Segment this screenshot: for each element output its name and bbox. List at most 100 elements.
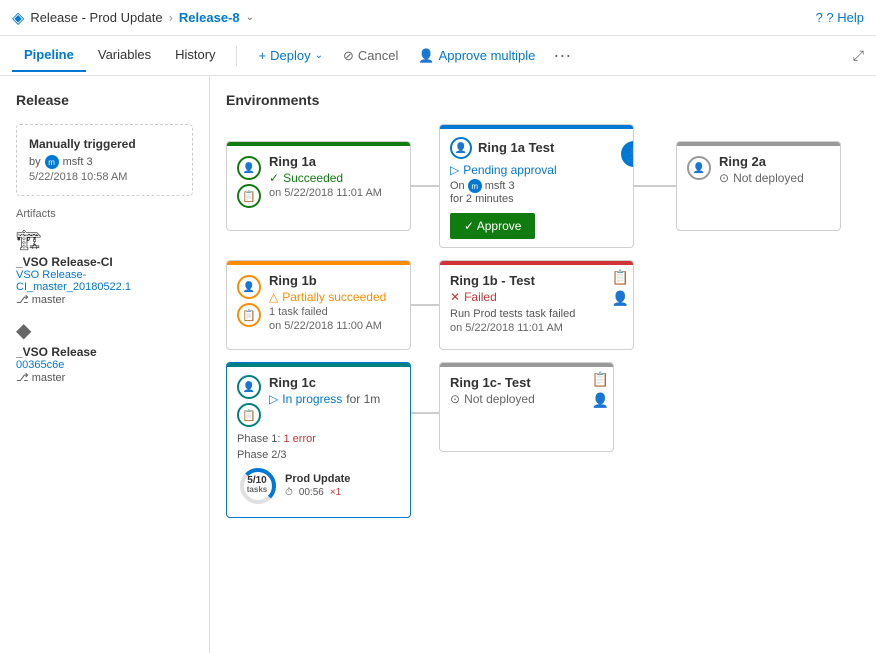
trigger-label: Manually triggered	[29, 137, 180, 151]
ring1a-name: Ring 1a	[269, 154, 400, 169]
ring1a-test-person-icon: 👤	[450, 137, 472, 159]
deploy-plus-icon: +	[259, 48, 267, 63]
ring2a-icons: 👤	[687, 154, 711, 187]
ring1a-card[interactable]: 👤 📋 Ring 1a ✓ Succeeded on 5/22/2018 11:…	[226, 141, 411, 231]
ring1b-test-card[interactable]: 📋 👤 Ring 1b - Test ✕ Failed Run Prod tes…	[439, 260, 634, 350]
warn-icon: △	[269, 290, 278, 304]
tab-history[interactable]: History	[163, 39, 227, 72]
ring1b-status: △ Partially succeeded	[269, 290, 400, 304]
ring1b-icons: 👤 📋	[237, 273, 261, 332]
ring1c-test-actions: 📋 👤	[592, 371, 609, 409]
ring1c-deploy-icon: 📋	[237, 403, 261, 427]
ring1c-meta: ⏱ 00:56 ×1	[285, 487, 350, 498]
ring1b-name: Ring 1b	[269, 273, 400, 288]
trigger-by: by m msft 3	[29, 155, 180, 169]
ring2a-card[interactable]: 👤 Ring 2a ⊙ Not deployed	[676, 141, 841, 231]
ring1c-prod-update: Prod Update	[285, 473, 350, 485]
env-layout: 👤 📋 Ring 1a ✓ Succeeded on 5/22/2018 11:…	[226, 124, 860, 518]
triggered-by-label: by	[29, 156, 41, 168]
ring1b-card[interactable]: 👤 📋 Ring 1b △ Partially succeeded 1 task…	[226, 260, 411, 350]
approve-icon: 👤	[418, 48, 434, 64]
ring1a-test-for: for 2 minutes	[450, 193, 623, 205]
ring1c-name: Ring 1c	[269, 375, 380, 390]
ring1b-body: 👤 📋 Ring 1b △ Partially succeeded 1 task…	[227, 265, 410, 340]
ring1c-test-status: ⊙ Not deployed	[450, 392, 603, 406]
artifact-1-link[interactable]: VSO Release-CI_master_20180522.1	[16, 269, 193, 293]
nav-separator	[236, 46, 237, 66]
left-panel: Release Manually triggered by m msft 3 5…	[0, 76, 210, 653]
ring1b-test-body: Ring 1b - Test ✕ Failed Run Prod tests t…	[440, 265, 633, 342]
help-icon: ?	[816, 10, 823, 25]
ring1c-phase2: Phase 2/3	[237, 449, 400, 461]
ring1c-card[interactable]: 👤 📋 Ring 1c ▷ In progress for 1m	[226, 362, 411, 518]
artifact-2-link[interactable]: 00365c6e	[16, 359, 193, 371]
ring1c-donut-label: 5/10 tasks	[247, 475, 267, 495]
help-link[interactable]: ? ? Help	[816, 10, 864, 25]
artifact-2: ◆ _VSO Release 00365c6e ⎇ master	[16, 318, 193, 384]
ring1a-icons: 👤 📋	[237, 154, 261, 208]
ring1a-test-name: Ring 1a Test	[478, 140, 554, 155]
environments-title: Environments	[226, 92, 860, 108]
ring2a-status: ⊙ Not deployed	[719, 171, 830, 185]
more-options-button[interactable]: ···	[545, 40, 579, 71]
approve-button[interactable]: ✓ Approve	[450, 213, 535, 239]
artifact-2-icon: ◆	[16, 318, 193, 343]
ring1b-extra: 1 task failed	[269, 306, 400, 318]
ring1a-body: 👤 📋 Ring 1a ✓ Succeeded on 5/22/2018 11:…	[227, 146, 410, 216]
clock-icon: ⊙	[719, 171, 729, 185]
check-icon: ✓	[269, 171, 279, 185]
ring1a-test-status: ▷ Pending approval	[450, 163, 623, 177]
ring1c-test-name: Ring 1c- Test	[450, 375, 603, 390]
ring1c-test-body: Ring 1c- Test ⊙ Not deployed	[440, 367, 613, 416]
ring1b-test-date: on 5/22/2018 11:01 AM	[450, 322, 623, 334]
ring1c-donut: 5/10 tasks	[237, 465, 277, 505]
trigger-box: Manually triggered by m msft 3 5/22/2018…	[16, 124, 193, 196]
artifact-2-branch: ⎇ master	[16, 371, 193, 384]
ring1c-side-icons: 👤 📋	[237, 375, 261, 427]
expand-button[interactable]: ⤢	[853, 47, 864, 64]
ring1a-test-user-dot: m	[468, 179, 482, 193]
connector-1atest-to-2a	[634, 185, 676, 187]
ring1b-test-name: Ring 1b - Test	[450, 273, 623, 288]
top-bar: ◈ Release - Prod Update › Release-8 ⌄ ? …	[0, 0, 876, 36]
ring1c-body: 👤 📋 Ring 1c ▷ In progress for 1m	[227, 367, 410, 517]
pending-icon: ▷	[450, 163, 459, 177]
ring1b-test-error: Run Prod tests task failed	[450, 308, 623, 320]
ring1c-test-card[interactable]: 📋 👤 Ring 1c- Test ⊙ Not deployed	[439, 362, 614, 452]
ring1c-test-edit-icon[interactable]: 📋	[592, 371, 609, 388]
connector-1a-to-1atest	[411, 185, 439, 187]
artifact-1-icon: 🏗	[16, 228, 193, 253]
cancel-icon: ⊘	[343, 48, 354, 64]
ring1a-test-on: On m msft 3	[450, 179, 623, 193]
cancel-button[interactable]: ⊘ Cancel	[333, 43, 408, 69]
ring2a-content: Ring 2a ⊙ Not deployed	[719, 154, 830, 187]
artifact-1-branch: ⎇ master	[16, 293, 193, 306]
ring1c-progress: 5/10 tasks Prod Update ⏱ 00:56	[237, 461, 400, 509]
ring2a-body: 👤 Ring 2a ⊙ Not deployed	[677, 146, 840, 195]
ring1b-content: Ring 1b △ Partially succeeded 1 task fai…	[269, 273, 400, 332]
user-avatar: m	[45, 155, 59, 169]
tab-pipeline[interactable]: Pipeline	[12, 39, 86, 72]
breadcrumb-title: Release - Prod Update	[30, 10, 162, 25]
ring1a-test-body: 👤 Ring 1a Test ▷ Pending approval On m m…	[440, 129, 633, 247]
ring1a-test-card[interactable]: 👤 👤 Ring 1a Test ▷ Pending approval On	[439, 124, 634, 248]
ring1b-test-edit-icon[interactable]: 📋	[612, 269, 629, 286]
ring1a-content: Ring 1a ✓ Succeeded on 5/22/2018 11:01 A…	[269, 154, 400, 208]
ring1a-date: on 5/22/2018 11:01 AM	[269, 187, 400, 199]
approve-multiple-button[interactable]: 👤 Approve multiple	[408, 43, 545, 69]
connector-1b-to-1btest	[411, 304, 439, 306]
connector-1c-to-1ctest	[411, 412, 439, 414]
breadcrumb-chevron[interactable]: ⌄	[246, 12, 254, 23]
artifact-1: 🏗 _VSO Release-CI VSO Release-CI_master_…	[16, 228, 193, 306]
artifact-1-name: _VSO Release-CI	[16, 255, 193, 269]
ring1b-test-person-icon[interactable]: 👤	[612, 290, 629, 307]
env-row-3: 👤 📋 Ring 1c ▷ In progress for 1m	[226, 362, 860, 518]
deploy-button[interactable]: + Deploy ⌄	[249, 43, 333, 68]
tab-variables[interactable]: Variables	[86, 39, 163, 72]
main-content: Release Manually triggered by m msft 3 5…	[0, 76, 876, 653]
ring1a-deploy-icon: 📋	[237, 184, 261, 208]
breadcrumb-release[interactable]: Release-8	[179, 10, 240, 25]
app-logo: ◈	[12, 8, 24, 28]
ring1c-test-person-icon[interactable]: 👤	[592, 392, 609, 409]
branch-icon: ⎇	[16, 293, 29, 306]
